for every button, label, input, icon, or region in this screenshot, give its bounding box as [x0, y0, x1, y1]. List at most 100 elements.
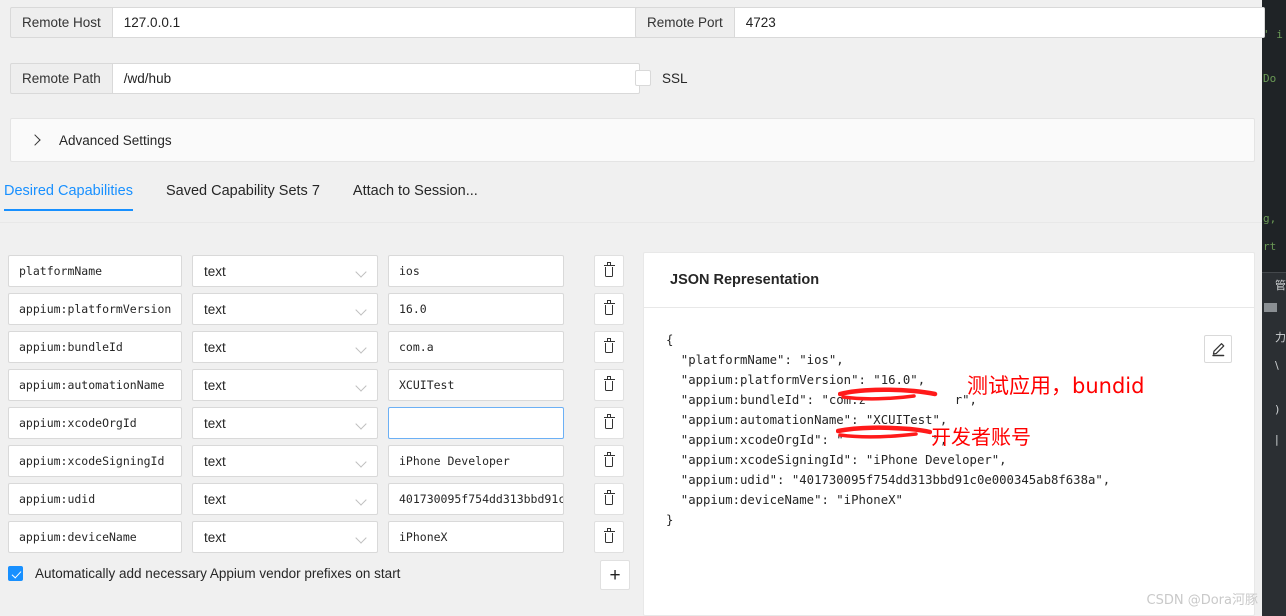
pencil-icon — [1211, 342, 1224, 356]
capability-name-input[interactable]: platformName — [8, 255, 182, 287]
capability-value-input[interactable]: ios — [388, 255, 564, 287]
capability-name-input[interactable]: appium:automationName — [8, 369, 182, 401]
chevron-down-icon — [357, 496, 366, 505]
remote-path-row: Remote Path /wd/hub — [10, 63, 640, 94]
appium-inspector-window: ' i Do g, rt 管 力 \ ) | Remote Host 127.0… — [0, 0, 1286, 616]
capability-name-input[interactable]: appium:deviceName — [8, 521, 182, 553]
plus-icon: + — [609, 564, 621, 586]
auto-prefix-label: Automatically add necessary Appium vendo… — [35, 566, 401, 581]
tab-desired-capabilities[interactable]: Desired Capabilities — [4, 183, 133, 211]
background-code-editor: ' i Do g, rt 管 力 \ ) | — [1262, 0, 1286, 616]
chevron-down-icon — [357, 420, 366, 429]
advanced-settings-label: Advanced Settings — [59, 132, 172, 148]
capability-value-input[interactable]: XCUITest — [388, 369, 564, 401]
chevron-down-icon — [357, 382, 366, 391]
bg-cjk-text: ) — [1275, 403, 1280, 416]
annotation-bundleid: 测试应用，bundid — [967, 374, 1145, 398]
remote-host-input[interactable]: 127.0.0.1 — [111, 7, 641, 38]
capability-value-input[interactable]: 401730095f754dd313bbd91c0e000345ab8f638a — [388, 483, 564, 515]
chevron-down-icon — [357, 268, 366, 277]
bg-code-line: Do — [1263, 72, 1277, 85]
capability-type-select[interactable]: text — [192, 331, 378, 363]
remote-port-input[interactable]: 4723 — [733, 7, 1265, 38]
capability-type-value: text — [204, 263, 226, 279]
auto-prefix-row: Automatically add necessary Appium vendo… — [8, 566, 400, 581]
annotation-developer-account: 开发者账号 — [931, 425, 1031, 449]
capability-type-value: text — [204, 491, 226, 507]
trash-icon — [603, 489, 615, 506]
capability-name-input[interactable]: appium:platformVersion — [8, 293, 182, 325]
table-row: appium:xcodeOrgId text — [8, 407, 634, 439]
advanced-settings-panel[interactable]: Advanced Settings — [10, 118, 1255, 162]
tab-saved-capability-sets[interactable]: Saved Capability Sets 7 — [166, 183, 320, 210]
capability-name-input[interactable]: appium:bundleId — [8, 331, 182, 363]
capability-type-select[interactable]: text — [192, 369, 378, 401]
capability-value-input[interactable]: iPhoneX — [388, 521, 564, 553]
table-row: platformName text ios — [8, 255, 634, 287]
capability-type-select[interactable]: text — [192, 445, 378, 477]
delete-capability-button[interactable] — [594, 293, 624, 325]
auto-prefix-checkbox[interactable] — [8, 566, 23, 581]
bg-code-line: rt — [1263, 240, 1277, 253]
chevron-down-icon — [357, 458, 366, 467]
ssl-label: SSL — [662, 70, 688, 86]
chevron-right-icon — [29, 133, 43, 147]
ssl-row: SSL — [635, 70, 688, 86]
bg-code-line: ' i — [1263, 28, 1283, 41]
add-capability-button[interactable]: + — [600, 560, 630, 590]
capability-name-input[interactable]: appium:xcodeOrgId — [8, 407, 182, 439]
capability-value-input[interactable]: 16.0 — [388, 293, 564, 325]
ssl-checkbox[interactable] — [635, 70, 651, 86]
capability-type-select[interactable]: text — [192, 255, 378, 287]
capability-type-select[interactable]: text — [192, 483, 378, 515]
table-row: appium:deviceName text iPhoneX — [8, 521, 634, 553]
delete-capability-button[interactable] — [594, 369, 624, 401]
remote-host-row: Remote Host 127.0.0.1 — [10, 7, 641, 38]
delete-capability-button[interactable] — [594, 331, 624, 363]
bg-cjk-text: 力 — [1275, 331, 1286, 344]
capability-name-input[interactable]: appium:xcodeSigningId — [8, 445, 182, 477]
trash-icon — [603, 299, 615, 316]
trash-icon — [603, 451, 615, 468]
bg-cjk-text: | — [1275, 433, 1279, 446]
capability-type-select[interactable]: text — [192, 293, 378, 325]
table-row: appium:xcodeSigningId text iPhone Develo… — [8, 445, 634, 477]
capability-name-input[interactable]: appium:udid — [8, 483, 182, 515]
delete-capability-button[interactable] — [594, 255, 624, 287]
remote-host-label: Remote Host — [10, 7, 112, 38]
capability-value-input[interactable] — [388, 407, 564, 439]
capability-value-input[interactable]: iPhone Developer — [388, 445, 564, 477]
edit-json-button[interactable] — [1204, 335, 1232, 363]
capability-type-select[interactable]: text — [192, 407, 378, 439]
remote-port-row: Remote Port 4723 — [635, 7, 1265, 38]
chevron-down-icon — [357, 306, 366, 315]
delete-capability-button[interactable] — [594, 407, 624, 439]
trash-icon — [603, 261, 615, 278]
capability-type-value: text — [204, 453, 226, 469]
tab-attach-to-session[interactable]: Attach to Session... — [353, 183, 478, 210]
trash-icon — [603, 375, 615, 392]
bg-cjk-text: \ — [1275, 359, 1279, 372]
capability-type-value: text — [204, 377, 226, 393]
tab-bar: Desired Capabilities Saved Capability Se… — [0, 183, 1262, 223]
remote-path-label: Remote Path — [10, 63, 112, 94]
delete-capability-button[interactable] — [594, 445, 624, 477]
watermark: CSDN @Dora河豚 — [1146, 593, 1258, 608]
delete-capability-button[interactable] — [594, 521, 624, 553]
remote-port-label: Remote Port — [635, 7, 734, 38]
remote-path-input[interactable]: /wd/hub — [111, 63, 640, 94]
table-row: appium:udid text 401730095f754dd313bbd91… — [8, 483, 634, 515]
capability-type-select[interactable]: text — [192, 521, 378, 553]
capabilities-editor: platformName text ios appium:platformVer… — [0, 240, 642, 616]
json-content: { "platformName": "ios", "appium:platfor… — [666, 333, 1111, 527]
trash-icon — [603, 527, 615, 544]
chevron-down-icon — [357, 344, 366, 353]
table-row: appium:automationName text XCUITest — [8, 369, 634, 401]
trash-icon — [603, 337, 615, 354]
inspector-surface: Remote Host 127.0.0.1 Remote Port 4723 R… — [0, 0, 1265, 616]
table-row: appium:bundleId text com.a — [8, 331, 634, 363]
delete-capability-button[interactable] — [594, 483, 624, 515]
table-row: appium:platformVersion text 16.0 — [8, 293, 634, 325]
capability-type-value: text — [204, 301, 226, 317]
capability-value-input[interactable]: com.a — [388, 331, 564, 363]
